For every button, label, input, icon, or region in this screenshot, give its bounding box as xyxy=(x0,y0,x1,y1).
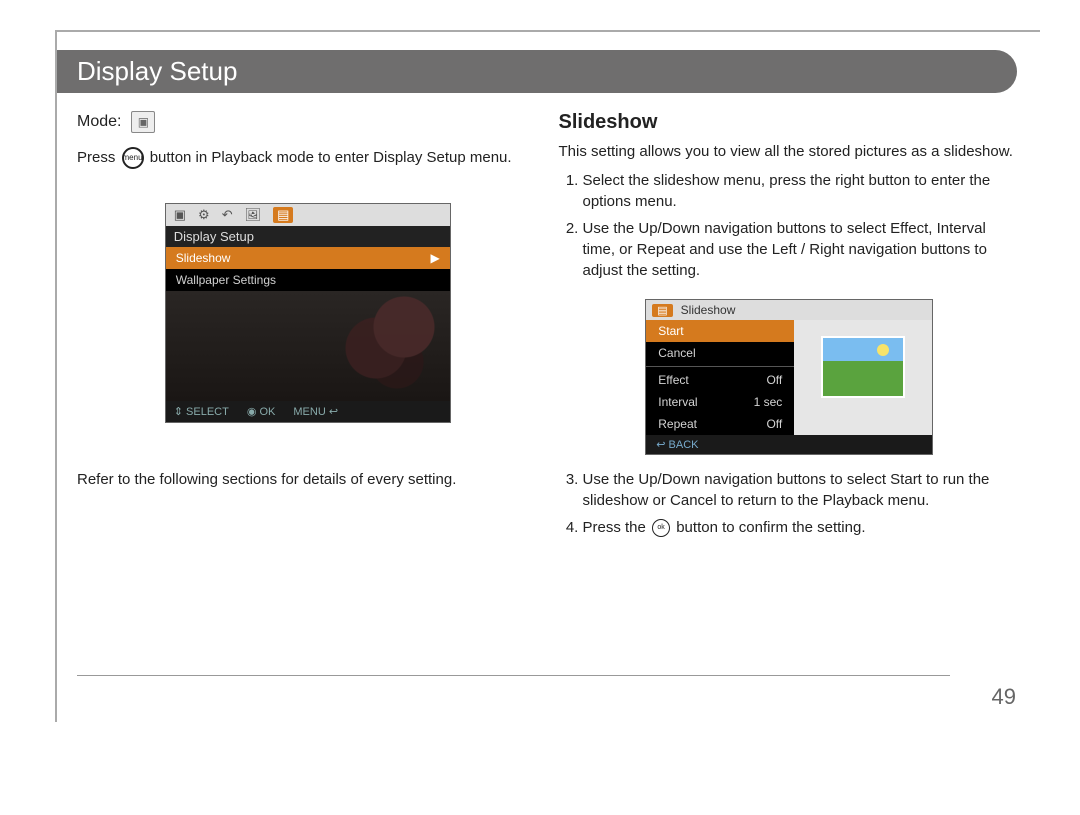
func-ok-button-icon: ok xyxy=(652,519,670,537)
lcd-screenshot-display-setup: ▣ ⚙ ↶ 🖼 ▤ Display Setup Slideshow ▶ Wall… xyxy=(165,203,451,423)
lcd-screenshot-slideshow: ▤ Slideshow Start Cancel Effect xyxy=(645,299,933,455)
steps-list-b: Use the Up/Down navigation buttons to se… xyxy=(559,469,1021,538)
lcd-tab-strip: ▣ ⚙ ↶ 🖼 ▤ xyxy=(166,204,450,226)
lcd2-row-label: Start xyxy=(658,324,683,338)
lcd2-row-start: Start xyxy=(646,320,794,342)
slideshow-heading: Slideshow xyxy=(559,111,1021,134)
step-4: Press the ok button to confirm the setti… xyxy=(583,517,1021,538)
lcd-row-slideshow: Slideshow ▶ xyxy=(166,247,450,269)
lcd-row-wallpaper: Wallpaper Settings xyxy=(166,269,450,291)
lcd2-row-value: 1 sec xyxy=(754,395,783,409)
playback-mode-icon: ▣ xyxy=(131,111,155,133)
lcd-tab-icon: 🖼 xyxy=(245,207,262,223)
lcd2-row-interval: Interval 1 sec xyxy=(646,391,794,413)
lcd-row-label: Wallpaper Settings xyxy=(176,273,276,287)
lcd2-row-value: Off xyxy=(766,373,782,387)
step-1: Select the slideshow menu, press the rig… xyxy=(583,170,1021,212)
lcd2-preview-pane xyxy=(794,320,932,435)
lcd-preview-area xyxy=(166,291,450,401)
lcd2-row-label: Repeat xyxy=(658,417,697,431)
menu-button-icon: menu xyxy=(122,147,144,169)
lcd-header: Display Setup xyxy=(166,226,450,247)
lcd-footer: ⇕ SELECT ◉ OK MENU ↩ xyxy=(166,401,450,422)
lcd2-row-cancel: Cancel xyxy=(646,342,794,364)
landscape-thumbnail xyxy=(821,336,905,398)
lcd2-header: ▤ Slideshow xyxy=(646,300,932,320)
page-frame: Display Setup Mode: ▣ Press menu button … xyxy=(55,30,1040,722)
press-suffix: button in Playback mode to enter Display… xyxy=(150,149,512,166)
lcd2-row-label: Cancel xyxy=(658,346,695,360)
lcd-tab-icon: ↶ xyxy=(222,207,233,223)
lcd2-tab-icon: ▤ xyxy=(652,304,672,317)
step4-prefix: Press the xyxy=(583,519,646,536)
press-prefix: Press xyxy=(77,149,115,166)
page-number: 49 xyxy=(992,684,1016,710)
lcd2-footer: ↩ BACK xyxy=(646,435,932,454)
lcd-row-label: Slideshow xyxy=(176,251,231,265)
section-title-bar: Display Setup xyxy=(57,50,1017,93)
flower-image xyxy=(320,291,450,401)
mode-label: Mode: xyxy=(77,113,121,131)
step-3: Use the Up/Down navigation buttons to se… xyxy=(583,469,1021,511)
left-column: Mode: ▣ Press menu button in Playback mo… xyxy=(77,111,539,544)
lcd-tab-icon: ▣ xyxy=(174,207,186,223)
footer-rule xyxy=(77,675,950,676)
lcd2-row-repeat: Repeat Off xyxy=(646,413,794,435)
lcd-footer-menu: MENU ↩ xyxy=(293,405,338,418)
lcd2-row-value: Off xyxy=(766,417,782,431)
slideshow-intro: This setting allows you to view all the … xyxy=(559,142,1021,162)
left-caption: Refer to the following sections for deta… xyxy=(77,471,539,488)
press-instruction: Press menu button in Playback mode to en… xyxy=(77,147,539,169)
step4-suffix: button to confirm the setting. xyxy=(676,519,865,536)
lcd2-row-label: Interval xyxy=(658,395,697,409)
lcd2-row-label: Effect xyxy=(658,373,688,387)
section-title: Display Setup xyxy=(77,56,237,86)
chevron-right-icon: ▶ xyxy=(431,251,440,265)
right-column: Slideshow This setting allows you to vie… xyxy=(559,111,1021,544)
lcd-tab-icon: ⚙ xyxy=(198,207,210,223)
steps-list-a: Select the slideshow menu, press the rig… xyxy=(559,170,1021,281)
lcd2-row-effect: Effect Off xyxy=(646,369,794,391)
lcd2-title: Slideshow xyxy=(681,303,736,317)
lcd-tab-icon-active: ▤ xyxy=(273,207,293,223)
step-2: Use the Up/Down navigation buttons to se… xyxy=(583,218,1021,281)
lcd-footer-ok: ◉ OK xyxy=(247,405,276,418)
lcd-footer-select: ⇕ SELECT xyxy=(174,405,229,418)
